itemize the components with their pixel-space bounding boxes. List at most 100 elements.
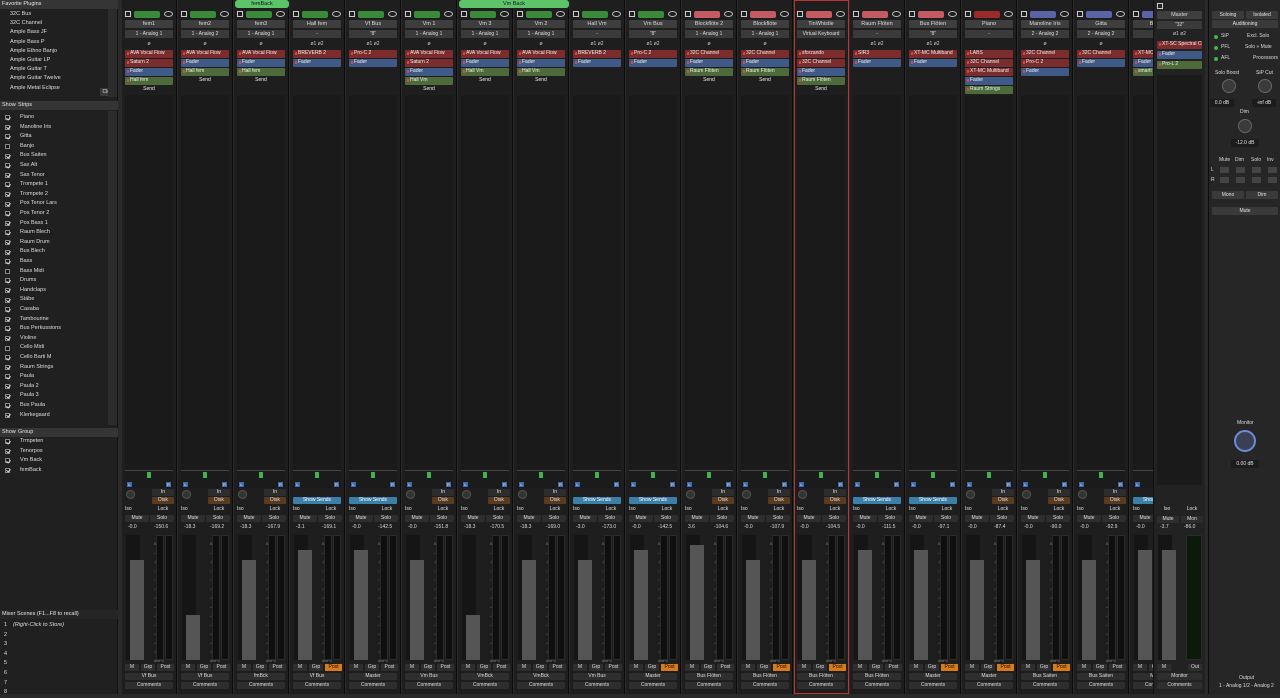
lock-button[interactable]: Lock — [208, 506, 230, 513]
strip-list-item[interactable]: Sax Tenor — [0, 171, 108, 181]
automation-mode-button[interactable]: M — [125, 664, 139, 671]
group-button[interactable]: Grp — [197, 664, 211, 671]
monitor-channel-toggle[interactable] — [1236, 177, 1245, 183]
comments-button[interactable]: Comments — [125, 682, 173, 689]
strip-color-button[interactable] — [302, 11, 328, 18]
plugin-slot[interactable]: AVA Vocal Flow — [405, 50, 453, 58]
lock-button[interactable]: Lock — [1104, 506, 1126, 513]
visibility-eye-icon[interactable] — [1116, 11, 1125, 17]
iso-button[interactable]: Iso — [517, 506, 537, 513]
iso-button[interactable]: Iso — [965, 506, 985, 513]
strip-visible-checkbox[interactable] — [5, 278, 10, 284]
lock-button[interactable]: Lock — [768, 506, 790, 513]
strip-width-toggle[interactable] — [517, 11, 523, 17]
processor-box[interactable] — [965, 95, 1013, 470]
solo-button[interactable]: Solo — [934, 515, 958, 522]
plugin-slot[interactable]: Hall fem — [237, 68, 285, 76]
plugin-slot[interactable]: Raum Flöten — [741, 68, 789, 76]
input-button[interactable]: Virtual Keyboard — [797, 30, 845, 38]
strip-list-item[interactable]: Tambourine — [0, 315, 108, 325]
input-button[interactable]: 2 - Analog 2 — [1021, 30, 1069, 38]
strip-width-toggle[interactable] — [573, 11, 579, 17]
phase-invert-buttons[interactable] — [797, 40, 845, 48]
show-sends-button[interactable]: Show Sends — [853, 497, 901, 504]
strip-color-button[interactable] — [470, 11, 496, 18]
input-button[interactable]: 1 - Analog 1 — [461, 30, 509, 38]
solo-mode-led[interactable] — [1214, 35, 1218, 39]
plugin-slot[interactable]: Fader — [909, 59, 957, 67]
strip-color-button[interactable] — [862, 11, 888, 18]
plugin-slot[interactable]: Hall fem — [181, 68, 229, 76]
visibility-eye-icon[interactable] — [388, 11, 397, 17]
automation-mode-button[interactable]: M — [965, 664, 979, 671]
plugin-slot[interactable]: AVA Vocal Flow — [181, 50, 229, 58]
phase-invert-buttons[interactable]: ø1 ø2 — [909, 40, 957, 48]
plugin-slot[interactable]: Fader — [237, 59, 285, 67]
solo-button[interactable]: Solo — [654, 515, 678, 522]
record-enable-button[interactable] — [742, 490, 751, 499]
monitor-channel-toggle[interactable] — [1220, 177, 1229, 183]
processor-box[interactable] — [629, 95, 677, 470]
mute-button[interactable]: Mute — [629, 515, 653, 522]
phase-invert-buttons[interactable]: ø1 ø2 — [349, 40, 397, 48]
favorite-plugin-item[interactable]: 32C Bus — [0, 10, 108, 20]
group-list-item[interactable]: femBack — [0, 466, 108, 476]
strip-list-item[interactable]: Paula 2 — [0, 382, 108, 392]
disk-monitor-button[interactable]: Disk — [824, 497, 846, 504]
input-monitor-button[interactable]: In — [1048, 489, 1070, 496]
strip-color-button[interactable] — [1030, 11, 1056, 18]
sip-cut-value[interactable]: -inf dB — [1252, 99, 1276, 107]
phase-invert-buttons[interactable]: ø — [181, 40, 229, 48]
strip-width-toggle[interactable] — [349, 11, 355, 17]
monitor-channel-toggle[interactable] — [1268, 167, 1277, 173]
output-mode-button[interactable]: Out — [1188, 664, 1202, 671]
input-button[interactable]: 1 - Analog 1 — [685, 30, 733, 38]
meter-point-button[interactable]: Post — [437, 664, 454, 671]
solo-button[interactable]: Solo — [1046, 515, 1070, 522]
input-monitor-button[interactable]: In — [208, 489, 230, 496]
dim-knob[interactable] — [1238, 119, 1252, 133]
monitor-channel-toggle[interactable] — [1220, 167, 1229, 173]
strip-visible-checkbox[interactable] — [5, 383, 10, 389]
output-button[interactable]: Vf Bus — [181, 673, 229, 680]
meter-point-button[interactable]: Post — [661, 664, 678, 671]
strip-list-item[interactable]: Pos Tenor 2 — [0, 209, 108, 219]
plugin-slot[interactable]: Fader — [461, 59, 509, 67]
plugin-slot[interactable]: Saturn 2 — [405, 59, 453, 67]
comments-button[interactable]: Comments — [685, 682, 733, 689]
meter-point-button[interactable]: Post — [213, 664, 230, 671]
gain-fader[interactable] — [630, 535, 648, 660]
processor-box[interactable] — [181, 95, 229, 470]
processor-box[interactable] — [573, 95, 621, 470]
plugin-slot[interactable]: Saturn 2 — [125, 59, 173, 67]
lock-button[interactable]: Lock — [712, 506, 734, 513]
strip-list-item[interactable]: Bus Perkussions — [0, 324, 108, 334]
mute-button[interactable]: Mute — [797, 515, 821, 522]
comments-button[interactable]: Comments — [405, 682, 453, 689]
gain-fader[interactable] — [1022, 535, 1040, 660]
plugin-slot[interactable]: Fader — [965, 77, 1013, 85]
strip-list-item[interactable]: Pos Bass 1 — [0, 219, 108, 229]
input-button[interactable]: 1 - Analog 1 — [237, 30, 285, 38]
mixer-scene-slot[interactable]: 4 — [0, 650, 118, 660]
meter-point-button[interactable]: Post — [941, 664, 958, 671]
strip-visible-checkbox[interactable] — [5, 153, 10, 159]
monitor-mute-button[interactable]: Mute — [1212, 207, 1278, 215]
favorite-plugin-item[interactable]: Ample Guitar Twelve — [0, 74, 108, 84]
iso-button[interactable]: Iso — [741, 506, 761, 513]
meter-point-button[interactable]: Post — [997, 664, 1014, 671]
show-sends-button[interactable]: Show Sends — [909, 497, 957, 504]
plugin-slot[interactable]: Pro-L 2 — [1157, 61, 1202, 69]
mute-button[interactable]: Mute — [181, 515, 205, 522]
phase-invert-buttons[interactable]: ø — [1077, 40, 1125, 48]
strip-list-item[interactable]: Paula 3 — [0, 391, 108, 401]
strip-visible-checkbox[interactable] — [5, 143, 10, 149]
strip-visible-checkbox[interactable] — [5, 287, 10, 293]
iso-button[interactable]: Iso — [237, 506, 257, 513]
processor-box[interactable] — [1021, 95, 1069, 470]
strip-visible-checkbox[interactable] — [5, 364, 10, 370]
gain-fader[interactable] — [518, 535, 536, 660]
plugin-slot[interactable]: 32C Channel — [1077, 50, 1125, 58]
strip-visible-checkbox[interactable] — [5, 316, 10, 322]
disk-monitor-button[interactable]: Disk — [712, 497, 734, 504]
